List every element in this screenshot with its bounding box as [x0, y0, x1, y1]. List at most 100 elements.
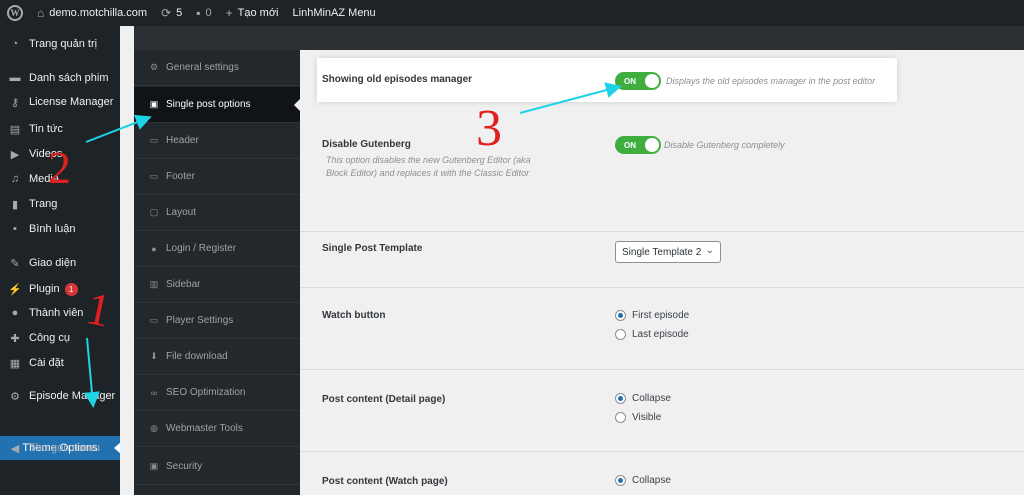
tools-icon: ✚	[10, 332, 20, 345]
refresh-icon: ⟳	[161, 6, 172, 20]
old-episodes-toggle[interactable]: ON	[615, 72, 661, 90]
comments-link[interactable]: ▪ 0	[189, 0, 218, 26]
select-value: Single Template 2	[622, 246, 702, 258]
tab-label: Webmaster Tools	[166, 423, 243, 434]
plugin-update-badge: 1	[64, 282, 78, 296]
menu-item-comments[interactable]: ▪ Bình luận	[0, 219, 120, 239]
tab-single-post-options[interactable]: ▣ Single post options	[134, 87, 300, 123]
setting-post-content-detail: Post content (Detail page) Collapse Visi…	[300, 370, 1024, 452]
download-icon: ⬇	[150, 351, 158, 361]
tab-label: Sidebar	[166, 279, 201, 290]
setting-description: This option disables the new Gutenberg E…	[326, 155, 531, 178]
toggle-label: ON	[624, 76, 636, 86]
tab-player-settings[interactable]: ▭ Player Settings	[134, 303, 300, 339]
radio-dot	[615, 412, 626, 423]
menu-label: Trang	[29, 198, 58, 210]
radio-label: Visible	[632, 412, 662, 423]
tab-seo-optimization[interactable]: ∞ SEO Optimization	[134, 375, 300, 411]
tab-sidebar[interactable]: ▥ Sidebar	[134, 267, 300, 303]
new-content-link[interactable]: + Tạo mới	[219, 0, 286, 26]
tab-label: Footer	[166, 171, 195, 182]
menu-item-settings[interactable]: ▦ Cài đặt	[0, 353, 120, 373]
menu-label: Giao diện	[29, 257, 77, 269]
menu-item-users[interactable]: ● Thành viên	[0, 303, 120, 323]
menu-label: Danh sách phim	[29, 72, 109, 84]
comments-count: 0	[205, 7, 212, 19]
tab-label: SEO Optimization	[166, 387, 246, 398]
setting-post-content-watch: Post content (Watch page) Collapse	[300, 452, 1024, 495]
menu-item-plugins[interactable]: ⚡ Plugin 1	[0, 279, 120, 299]
tab-label: File download	[166, 351, 228, 362]
lock-icon: ▣	[149, 461, 159, 471]
menu-item-episode-manager[interactable]: ⚙ Episode Manager	[0, 386, 120, 406]
menu-label: Công cụ	[29, 332, 70, 344]
radio-visible[interactable]: Visible	[615, 412, 661, 423]
setting-title: Post content (Watch page)	[322, 476, 448, 487]
toggle-knob	[645, 138, 659, 152]
menu-item-dashboard[interactable]: ◔ Trang quản trị	[0, 34, 120, 54]
setting-title: Disable Gutenberg	[322, 139, 411, 150]
menu-item-tools[interactable]: ✚ Công cụ	[0, 328, 120, 348]
radio-collapse[interactable]: Collapse	[615, 393, 671, 404]
menu-item-appearance[interactable]: ✎ Giao diện	[0, 253, 120, 273]
menu-item-license[interactable]: ⚷ License Manager	[0, 92, 120, 112]
wordpress-logo[interactable]: W	[0, 0, 30, 26]
gear-icon: ⚙	[10, 390, 20, 403]
media-icon: ♫	[10, 173, 20, 185]
updates-link[interactable]: ⟳ 5	[154, 0, 189, 26]
home-icon: ⌂	[37, 6, 45, 20]
menu-item-pages[interactable]: ▮ Trang	[0, 194, 120, 214]
radio-last-episode[interactable]: Last episode	[615, 329, 689, 340]
plugin-icon: ⚡	[8, 283, 22, 296]
radio-collapse-watch[interactable]: Collapse	[615, 475, 671, 486]
new-label: Tạo mới	[237, 7, 279, 19]
menu-item-films[interactable]: ▬ Danh sách phim	[0, 68, 120, 88]
setting-watch-button: Watch button First episode Last episode	[300, 288, 1024, 370]
page-icon: ▮	[11, 198, 19, 211]
setting-title: Post content (Detail page)	[322, 394, 446, 405]
tab-layout[interactable]: ▢ Layout	[134, 195, 300, 231]
menu-item-news[interactable]: ▤ Tin tức	[0, 119, 120, 139]
tab-webmaster-tools[interactable]: ◍ Webmaster Tools	[134, 411, 300, 447]
setting-old-episodes: Showing old episodes manager ON Displays…	[317, 58, 897, 102]
key-icon: ⚷	[10, 96, 20, 109]
menu-label: Plugin	[29, 283, 60, 295]
site-link[interactable]: ⌂ demo.motchilla.com	[30, 0, 154, 26]
collapse-menu-button[interactable]: ◀ Thu gọn menu	[0, 438, 120, 458]
tab-label: Player Settings	[166, 315, 234, 326]
player-icon: ▭	[149, 315, 159, 325]
options-sidebar: ⚙ General settings ▣ Single post options ▭…	[134, 50, 300, 495]
setting-title: Single Post Template	[322, 243, 423, 254]
radio-first-episode[interactable]: First episode	[615, 310, 689, 321]
tab-label: Login / Register	[166, 243, 237, 254]
tab-general-settings[interactable]: ⚙ General settings	[134, 50, 300, 86]
setting-disable-gutenberg: Disable Gutenberg This option disables t…	[300, 112, 1024, 232]
custom-menu-label: LinhMinAZ Menu	[292, 7, 376, 19]
setting-title: Showing old episodes manager	[322, 74, 473, 85]
sidebar-icon: ▥	[149, 279, 159, 289]
radio-dot	[615, 329, 626, 340]
tab-label: Layout	[166, 207, 197, 218]
tab-header[interactable]: ▭ Header	[134, 123, 300, 159]
template-select[interactable]: Single Template 2 ⌄	[615, 241, 721, 263]
tab-footer[interactable]: ▭ Footer	[134, 159, 300, 195]
tab-label: Header	[166, 135, 199, 146]
gear-icon: ⚙	[149, 62, 159, 72]
tab-label: General settings	[166, 62, 239, 73]
card-icon: ▣	[149, 99, 159, 109]
comment-icon: ▪	[196, 6, 201, 20]
menu-item-videos[interactable]: ▶ Videos	[0, 144, 120, 164]
toggle-knob	[645, 74, 659, 88]
menu-item-media[interactable]: ♫ Media	[0, 169, 120, 189]
toggle-label: ON	[624, 140, 636, 150]
tab-file-download[interactable]: ⬇ File download	[134, 339, 300, 375]
gutenberg-toggle[interactable]: ON	[615, 136, 661, 154]
toggle-note: Displays the old episodes manager in the…	[666, 76, 876, 86]
menu-label: Bình luận	[29, 223, 76, 235]
comment-icon: ▪	[13, 223, 17, 235]
custom-menu-link[interactable]: LinhMinAZ Menu	[286, 0, 383, 26]
collapse-icon: ◀	[10, 442, 20, 455]
tab-login-register[interactable]: ● Login / Register	[134, 231, 300, 267]
menu-label: Tin tức	[29, 123, 63, 135]
tab-security[interactable]: ▣ Security	[134, 449, 300, 485]
